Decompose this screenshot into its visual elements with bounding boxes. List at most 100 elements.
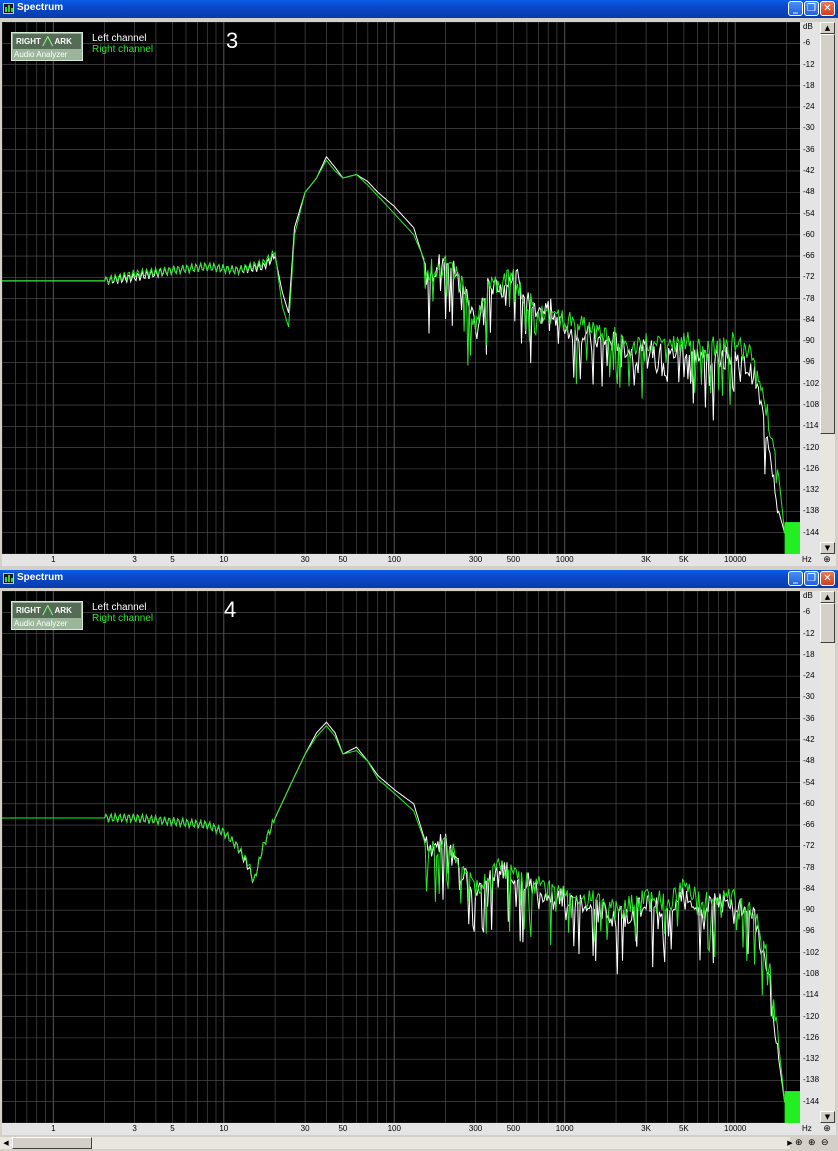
- db-tick-label: -108: [803, 969, 820, 979]
- db-tick-label: -36: [803, 144, 815, 154]
- db-tick-label: -126: [803, 1032, 820, 1042]
- hz-tick-label: 3: [132, 555, 137, 564]
- spectrum-chart: [2, 591, 800, 1123]
- window-number: 4: [224, 597, 237, 622]
- scroll-down-button[interactable]: ▼: [820, 542, 835, 554]
- minimize-button[interactable]: _: [788, 571, 803, 586]
- left-channel-line: [2, 721, 800, 1103]
- hz-tick-label: 10000: [724, 1124, 747, 1133]
- hz-tick-label: 5: [170, 1124, 175, 1133]
- restore-button[interactable]: ❐: [804, 1, 819, 16]
- db-tick-label: -18: [803, 80, 815, 90]
- db-tick-label: -66: [803, 820, 815, 830]
- db-tick-label: -60: [803, 229, 815, 239]
- db-tick-label: -54: [803, 777, 815, 787]
- db-tick-label: -12: [803, 628, 815, 638]
- window-title: Spectrum: [17, 572, 64, 583]
- hz-tick-label: 500: [506, 1124, 521, 1133]
- db-tick-label: -48: [803, 187, 815, 197]
- db-tick-label: -18: [803, 649, 815, 659]
- logo-text-right: RIGHT: [16, 37, 41, 46]
- vertical-scrollbar[interactable]: ▲ ▼: [820, 591, 835, 1123]
- spectrum-app-icon: [3, 573, 14, 584]
- grid: [2, 22, 800, 554]
- title-bar[interactable]: Spectrum _ ❐ ✕: [0, 0, 838, 18]
- right-channel-line: [2, 159, 800, 534]
- hz-tick-label: 50: [338, 1124, 348, 1133]
- db-tick-label: -102: [803, 378, 820, 388]
- db-tick-label: -54: [803, 208, 815, 218]
- scroll-up-button[interactable]: ▲: [820, 591, 835, 603]
- window-title: Spectrum: [17, 2, 64, 13]
- zoom-icon[interactable]: ⊕: [822, 1123, 832, 1134]
- db-tick-label: -78: [803, 293, 815, 303]
- db-tick-label: -84: [803, 883, 815, 893]
- db-axis: dB -6 -12 -18 -24 -30 -36 -42 -48 -54 -60 -66 -72 -78…: [800, 22, 820, 554]
- logo-text-mark: ARK: [54, 37, 72, 46]
- axis-corner: Hz ⊕: [800, 1123, 836, 1135]
- db-tick-label: -144: [803, 1096, 820, 1106]
- hz-tick-label: 500: [506, 555, 521, 564]
- spectrum-chart: [2, 22, 800, 554]
- db-tick-label: -36: [803, 713, 815, 723]
- zoom-fit-icon[interactable]: ⊕: [795, 1137, 803, 1149]
- hz-tick-label: 100: [387, 555, 401, 564]
- db-tick-label: -72: [803, 272, 815, 282]
- legend-left: Left channel: [92, 33, 147, 44]
- scroll-thumb[interactable]: [820, 603, 835, 643]
- db-tick-label: -42: [803, 165, 815, 175]
- db-tick-label: -138: [803, 1075, 820, 1085]
- grid: [2, 591, 800, 1123]
- db-unit: dB: [803, 22, 813, 31]
- logo-text-right: RIGHT: [16, 606, 41, 615]
- db-tick-label: -84: [803, 314, 815, 324]
- noise-floor-block: [784, 522, 800, 554]
- title-bar[interactable]: Spectrum _ ❐ ✕: [0, 570, 838, 588]
- rightmark-logo: RIGHT ╱╲ ARK Audio Analyzer: [11, 601, 83, 630]
- hz-tick-label: 30: [300, 1124, 310, 1133]
- hz-tick-label: 10: [219, 555, 229, 564]
- hz-unit: Hz: [802, 555, 812, 564]
- db-tick-label: -6: [803, 607, 811, 617]
- horizontal-scroll-thumb[interactable]: [12, 1137, 92, 1149]
- db-tick-label: -72: [803, 841, 815, 851]
- logo-text-mark: ARK: [54, 606, 72, 615]
- minimize-button[interactable]: _: [788, 1, 803, 16]
- spectrum-app-icon: [3, 3, 14, 14]
- hz-tick-label: 3K: [641, 1124, 651, 1133]
- db-tick-label: -30: [803, 123, 815, 133]
- db-tick-label: -24: [803, 671, 815, 681]
- db-tick-label: -24: [803, 102, 815, 112]
- hz-tick-label: 10000: [724, 555, 747, 564]
- spectrum-plot[interactable]: RIGHT ╱╲ ARK Audio Analyzer Left channel R…: [2, 22, 800, 554]
- scroll-down-button[interactable]: ▼: [820, 1111, 835, 1123]
- zoom-out-icon[interactable]: ⊖: [821, 1137, 829, 1149]
- legend-left: Left channel: [92, 602, 147, 613]
- hz-axis: 1 3 5 10 30 50 100 300 500 1000 3K 5K 10000: [2, 554, 800, 566]
- close-button[interactable]: ✕: [820, 571, 835, 586]
- hz-tick-label: 10: [219, 1124, 229, 1133]
- vertical-scrollbar[interactable]: ▲ ▼: [820, 22, 835, 554]
- db-tick-label: -30: [803, 692, 815, 702]
- db-tick-label: -6: [803, 38, 811, 48]
- zoom-in-icon[interactable]: ⊕: [808, 1137, 816, 1149]
- hz-tick-label: 1000: [555, 555, 574, 564]
- horizontal-scrollbar[interactable]: ◀ ▶: [0, 1137, 793, 1149]
- zoom-icon[interactable]: ⊕: [822, 554, 832, 565]
- db-tick-label: -120: [803, 1011, 820, 1021]
- scroll-up-button[interactable]: ▲: [820, 22, 835, 34]
- hz-tick-label: 50: [338, 555, 348, 564]
- db-tick-label: -108: [803, 400, 820, 410]
- close-button[interactable]: ✕: [820, 1, 835, 16]
- rightmark-logo: RIGHT ╱╲ ARK Audio Analyzer: [11, 32, 83, 61]
- hz-tick-label: 30: [300, 555, 310, 564]
- scroll-thumb[interactable]: [820, 34, 835, 434]
- db-tick-label: -126: [803, 463, 820, 473]
- restore-button[interactable]: ❐: [804, 571, 819, 586]
- logo-subtitle: Audio Analyzer: [14, 50, 68, 59]
- hz-tick-label: 3: [132, 1124, 137, 1133]
- scroll-left-button[interactable]: ◀: [0, 1137, 12, 1149]
- spectrum-plot[interactable]: RIGHT ╱╲ ARK Audio Analyzer Left channel R…: [2, 591, 800, 1123]
- right-channel-line: [2, 725, 800, 1103]
- hz-tick-label: 5K: [678, 555, 689, 564]
